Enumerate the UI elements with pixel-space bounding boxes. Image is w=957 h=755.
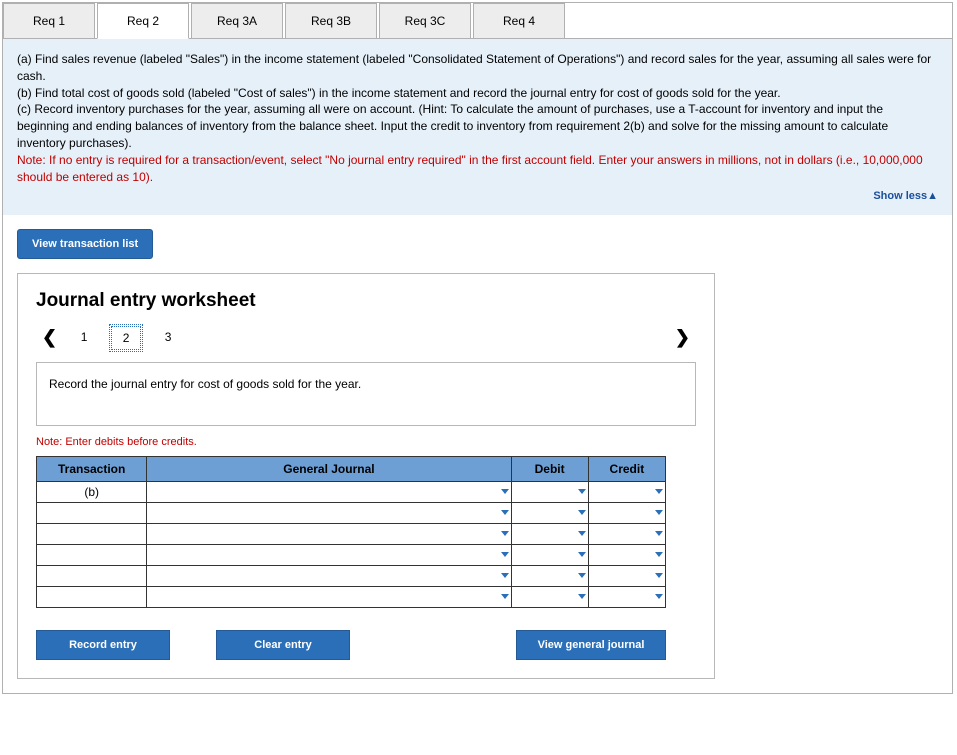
credit-cell[interactable] — [588, 544, 665, 565]
credit-cell[interactable] — [588, 523, 665, 544]
table-row — [37, 544, 666, 565]
worksheet-button-row: Record entry Clear entry View general jo… — [36, 630, 666, 660]
transaction-cell — [37, 502, 147, 523]
general-journal-cell[interactable] — [147, 586, 511, 607]
debit-cell[interactable] — [511, 502, 588, 523]
credit-cell[interactable] — [588, 565, 665, 586]
debits-before-credits-note: Note: Enter debits before credits. — [36, 436, 696, 448]
col-header-credit: Credit — [588, 456, 665, 481]
general-journal-cell[interactable] — [147, 502, 511, 523]
transaction-cell — [37, 523, 147, 544]
transaction-cell — [37, 565, 147, 586]
req-tabs: Req 1Req 2Req 3AReq 3BReq 3CReq 4 — [3, 3, 952, 38]
view-general-journal-button[interactable]: View general journal — [516, 630, 666, 660]
table-row — [37, 523, 666, 544]
record-entry-button[interactable]: Record entry — [36, 630, 170, 660]
table-row — [37, 502, 666, 523]
table-row — [37, 586, 666, 607]
general-journal-cell[interactable] — [147, 523, 511, 544]
debit-cell[interactable] — [511, 481, 588, 502]
chevron-left-icon[interactable]: ❮ — [36, 327, 63, 348]
instruction-c: (c) Record inventory purchases for the y… — [17, 101, 938, 151]
instructions-panel: (a) Find sales revenue (labeled "Sales")… — [3, 38, 952, 215]
show-less-toggle[interactable]: Show less▲ — [17, 185, 938, 206]
credit-cell[interactable] — [588, 481, 665, 502]
transaction-cell: (b) — [37, 481, 147, 502]
debit-cell[interactable] — [511, 544, 588, 565]
debit-cell[interactable] — [511, 586, 588, 607]
journal-entry-worksheet: Journal entry worksheet ❮ 123 ❯ Record t… — [17, 273, 715, 679]
general-journal-cell[interactable] — [147, 544, 511, 565]
step-button[interactable]: 2 — [109, 324, 143, 352]
instruction-note: Note: If no entry is required for a tran… — [17, 152, 938, 186]
instruction-b: (b) Find total cost of goods sold (label… — [17, 85, 938, 102]
table-row — [37, 565, 666, 586]
chevron-right-icon[interactable]: ❯ — [669, 327, 696, 348]
tab-req[interactable]: Req 3A — [191, 3, 283, 39]
view-transaction-list-button[interactable]: View transaction list — [17, 229, 153, 259]
col-header-debit: Debit — [511, 456, 588, 481]
clear-entry-button[interactable]: Clear entry — [216, 630, 350, 660]
credit-cell[interactable] — [588, 586, 665, 607]
step-button[interactable]: 1 — [67, 324, 101, 352]
instruction-a: (a) Find sales revenue (labeled "Sales")… — [17, 51, 938, 85]
general-journal-cell[interactable] — [147, 565, 511, 586]
debit-cell[interactable] — [511, 523, 588, 544]
credit-cell[interactable] — [588, 502, 665, 523]
entry-prompt: Record the journal entry for cost of goo… — [36, 362, 696, 426]
debit-cell[interactable] — [511, 565, 588, 586]
col-header-transaction: Transaction — [37, 456, 147, 481]
col-header-general-journal: General Journal — [147, 456, 511, 481]
general-journal-cell[interactable] — [147, 481, 511, 502]
body-area: View transaction list Journal entry work… — [3, 215, 952, 693]
step-nav: ❮ 123 ❯ — [36, 324, 696, 352]
tab-req[interactable]: Req 4 — [473, 3, 565, 39]
step-button[interactable]: 3 — [151, 324, 185, 352]
worksheet-title: Journal entry worksheet — [36, 290, 696, 312]
transaction-cell — [37, 586, 147, 607]
table-row: (b) — [37, 481, 666, 502]
tab-req[interactable]: Req 3B — [285, 3, 377, 39]
show-less-label: Show less — [873, 190, 927, 202]
transaction-cell — [37, 544, 147, 565]
main-panel: Req 1Req 2Req 3AReq 3BReq 3CReq 4 (a) Fi… — [2, 2, 953, 694]
tab-req[interactable]: Req 2 — [97, 3, 189, 39]
tab-req[interactable]: Req 3C — [379, 3, 471, 39]
tab-req[interactable]: Req 1 — [3, 3, 95, 39]
chevron-up-icon: ▲ — [927, 190, 938, 202]
journal-entry-table: Transaction General Journal Debit Credit… — [36, 456, 666, 608]
